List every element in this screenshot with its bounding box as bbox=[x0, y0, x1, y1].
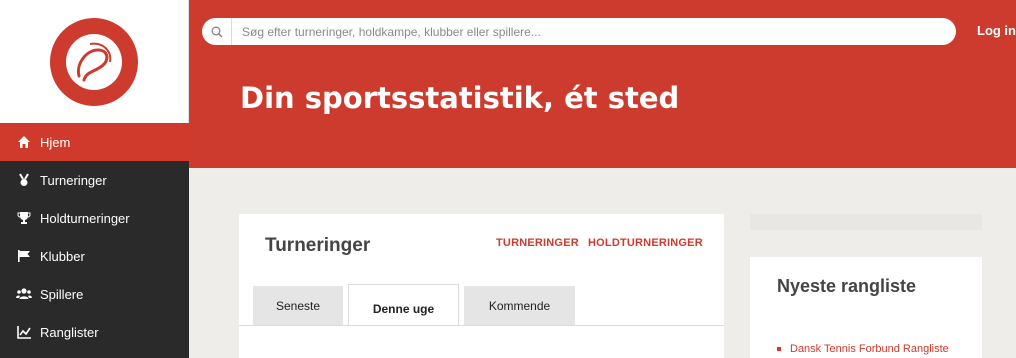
tab-kommende[interactable]: Kommende bbox=[464, 286, 575, 326]
sidebar-item-klubber[interactable]: Klubber bbox=[0, 237, 189, 275]
sidebar-item-spillere[interactable]: Spillere bbox=[0, 275, 189, 313]
right-column-strip bbox=[750, 214, 982, 230]
search-bar bbox=[202, 18, 956, 45]
hero-text-bold: ét sted bbox=[564, 81, 680, 115]
sidebar-nav: Hjem Turneringer Holdturneringer Klubber bbox=[0, 123, 189, 351]
chart-line-icon bbox=[16, 324, 32, 340]
sidebar-item-label: Turneringer bbox=[40, 172, 107, 188]
rankings-card: Nyeste rangliste Dansk Tennis Forbund Ra… bbox=[750, 257, 982, 358]
tournaments-link[interactable]: TURNERINGER bbox=[496, 237, 579, 249]
sidebar-item-ranglister[interactable]: Ranglister bbox=[0, 313, 189, 351]
dtf-logo bbox=[50, 17, 138, 106]
logo-area[interactable] bbox=[0, 0, 189, 123]
team-tournaments-link[interactable]: HOLDTURNERINGER bbox=[588, 237, 703, 249]
rankings-title: Nyeste rangliste bbox=[777, 276, 917, 296]
flag-icon bbox=[16, 248, 32, 264]
trophy-icon bbox=[16, 210, 32, 226]
page-root: Hjem Turneringer Holdturneringer Klubber bbox=[0, 0, 1016, 358]
users-icon bbox=[16, 286, 32, 302]
search-icon[interactable] bbox=[202, 18, 232, 45]
sidebar-item-label: Ranglister bbox=[40, 324, 99, 340]
sidebar-item-turneringer[interactable]: Turneringer bbox=[0, 161, 189, 199]
tab-divider bbox=[239, 325, 724, 326]
sidebar-item-hjem[interactable]: Hjem bbox=[0, 123, 189, 161]
hero-text-regular: Din sportsstatistik, bbox=[240, 81, 565, 115]
tab-denne-uge[interactable]: Denne uge bbox=[348, 284, 459, 326]
tab-seneste[interactable]: Seneste bbox=[253, 286, 343, 326]
tournaments-title: Turneringer bbox=[265, 235, 371, 256]
sidebar-item-label: Holdturneringer bbox=[40, 210, 130, 226]
sidebar-item-holdturneringer[interactable]: Holdturneringer bbox=[0, 199, 189, 237]
sidebar-item-label: Spillere bbox=[40, 286, 84, 302]
rankings-list-item[interactable]: Dansk Tennis Forbund Rangliste bbox=[777, 343, 949, 355]
sidebar-item-label: Hjem bbox=[40, 134, 71, 150]
medal-icon bbox=[16, 172, 32, 188]
hero-heading: Din sportsstatistik, ét sted bbox=[240, 81, 679, 115]
rankings-item-label: Dansk Tennis Forbund Rangliste bbox=[790, 343, 949, 355]
search-input[interactable] bbox=[232, 19, 932, 44]
tournaments-card: Turneringer TURNERINGER HOLDTURNERINGER … bbox=[239, 214, 724, 358]
sidebar-item-label: Klubber bbox=[40, 248, 85, 264]
tournament-tabs: Seneste Denne uge Kommende bbox=[253, 284, 580, 326]
login-link[interactable]: Log ind bbox=[977, 23, 1016, 38]
home-icon bbox=[16, 134, 32, 150]
sidebar: Hjem Turneringer Holdturneringer Klubber bbox=[0, 0, 189, 358]
bullet-icon bbox=[777, 347, 781, 351]
header: Log ind Din sportsstatistik, ét sted bbox=[189, 0, 1016, 168]
